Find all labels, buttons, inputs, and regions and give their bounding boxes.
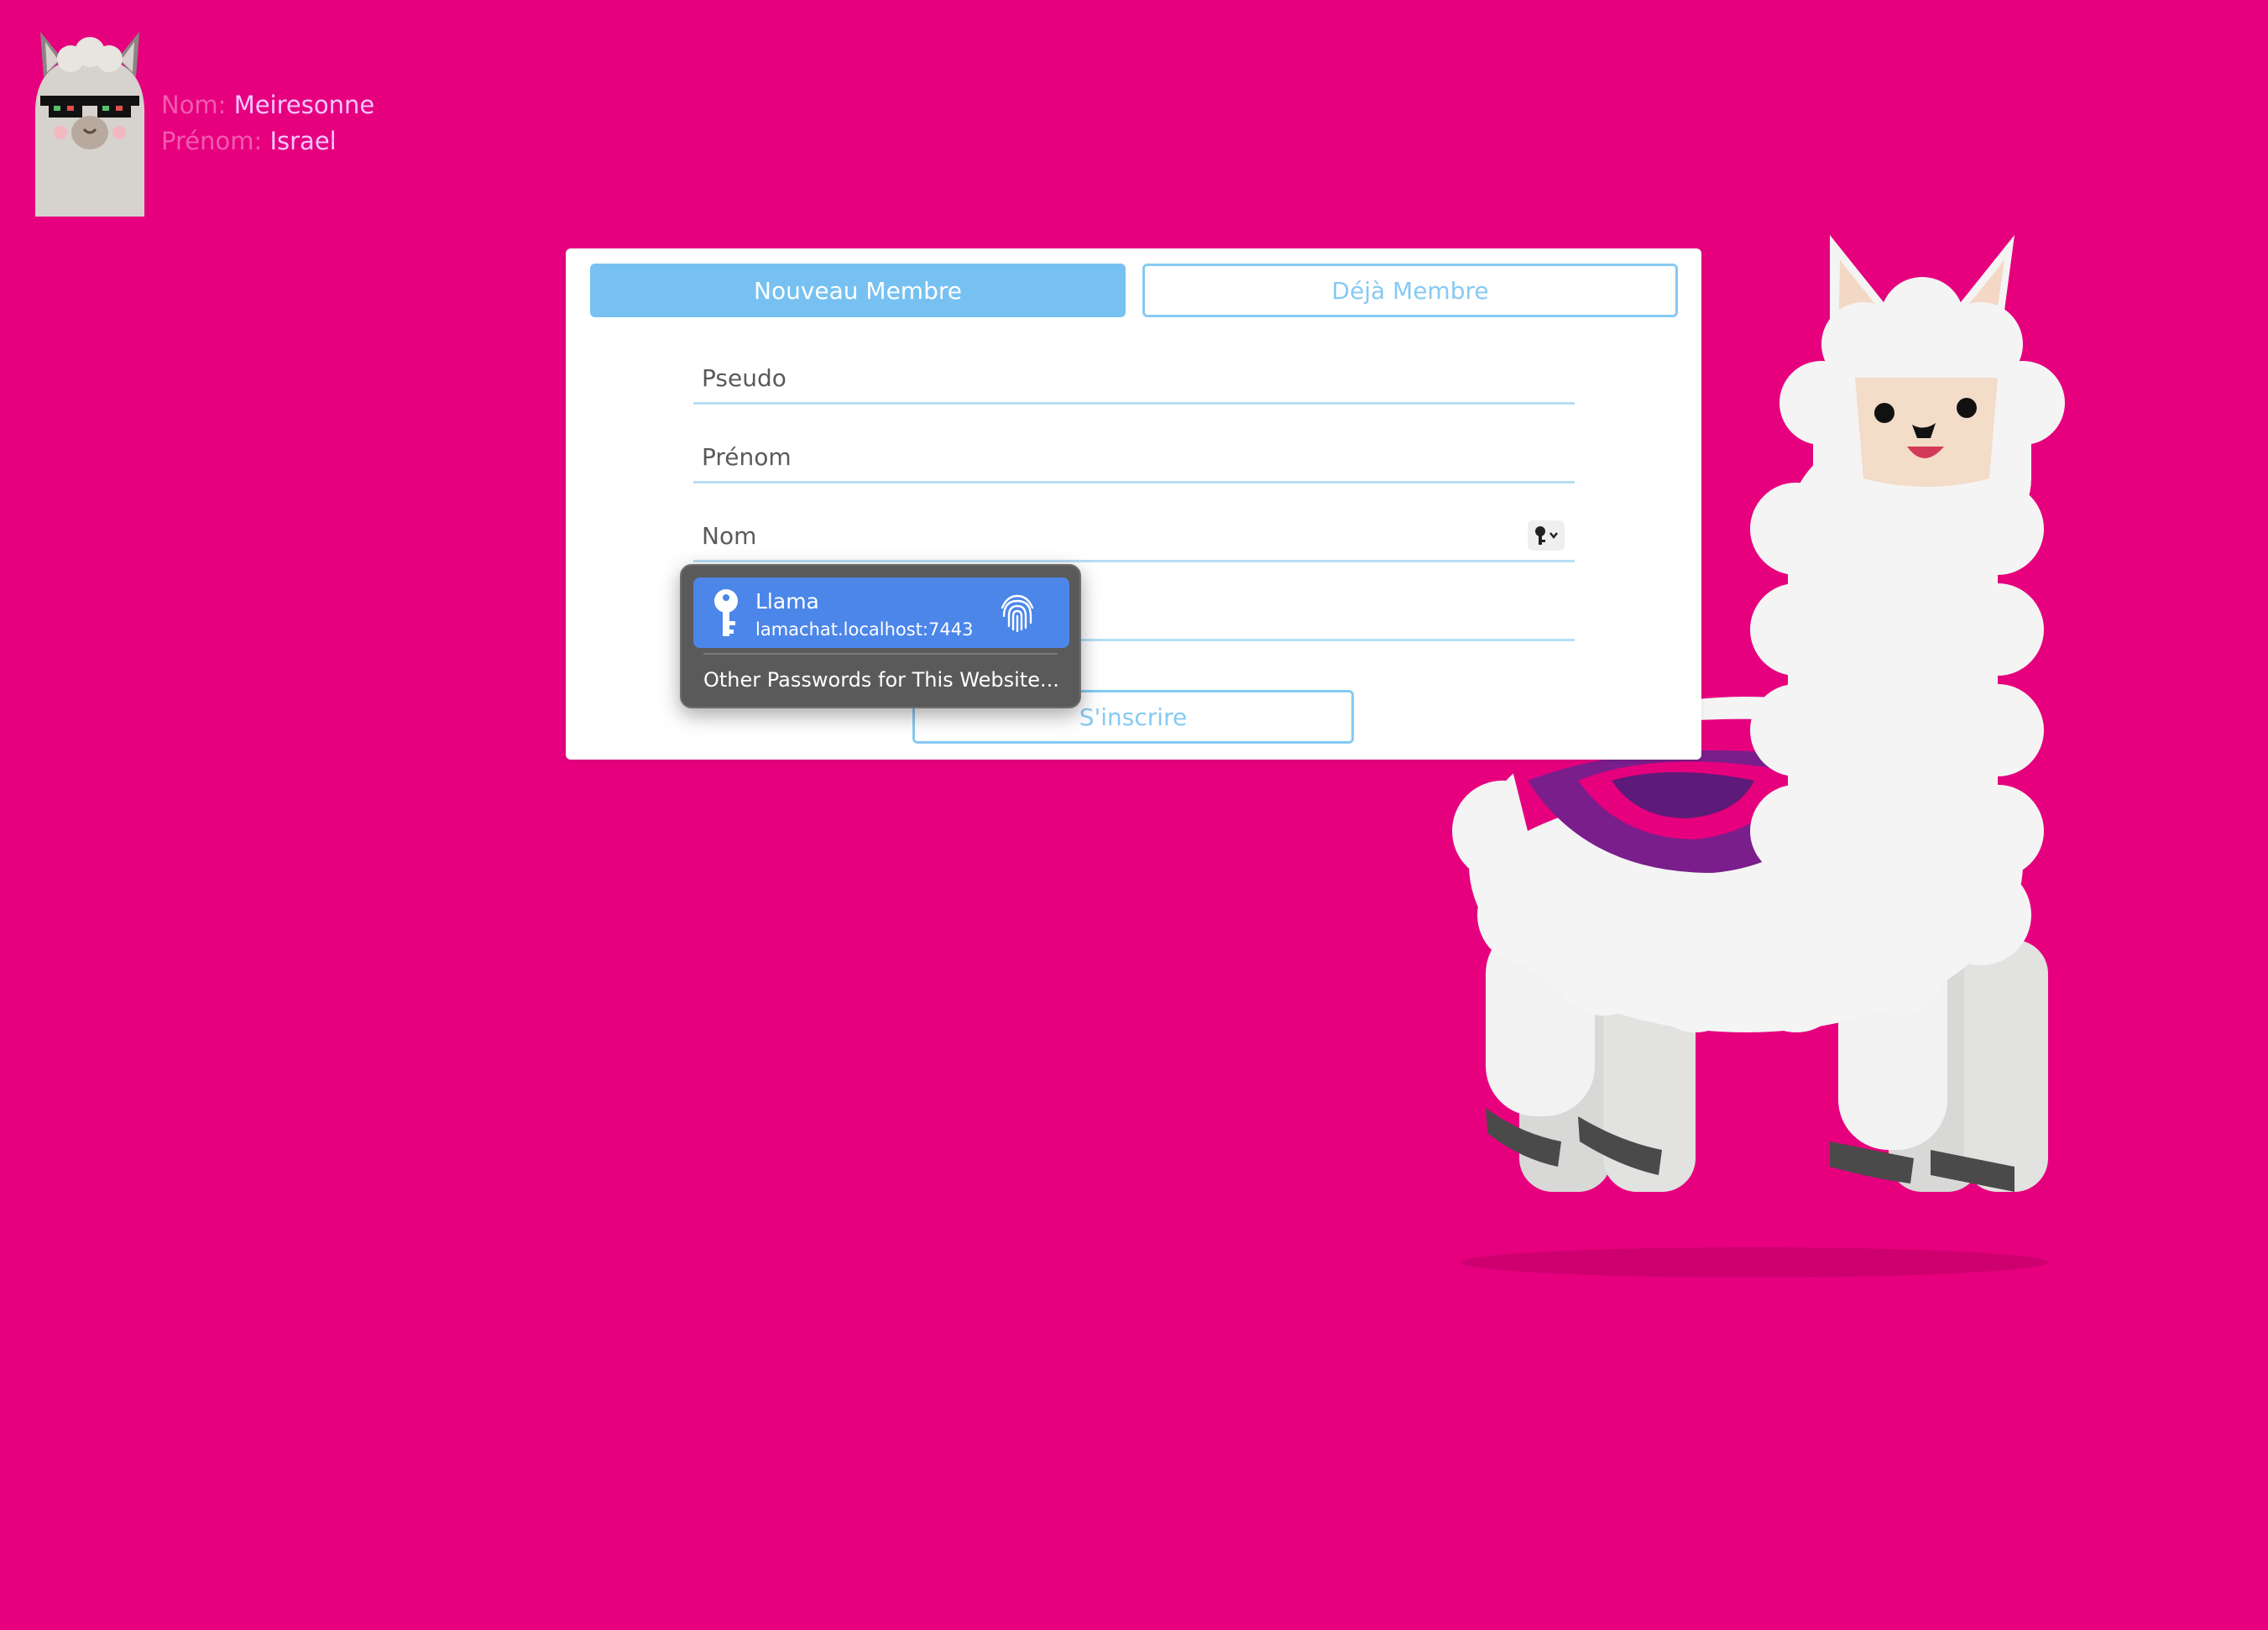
key-icon [714,589,738,636]
user-prenom-label: Prénom: [161,127,263,155]
user-avatar [35,32,144,217]
tab-existing-member[interactable]: Déjà Membre [1142,264,1678,317]
key-icon [1535,526,1558,545]
user-prenom-value: Israel [269,127,337,155]
user-nom-row: Nom: Meiresonne [161,87,374,123]
prenom-field-wrapper [693,433,1575,483]
autofill-item-subtitle: lamachat.localhost:7443 [755,619,974,640]
autofill-credential-item[interactable]: Llama lamachat.localhost:7443 [693,577,1069,648]
nom-input[interactable] [693,512,1575,560]
password-autofill-popup: Llama lamachat.localhost:7443 Other Pass… [680,564,1081,708]
autofill-other-passwords[interactable]: Other Passwords for This Website... [703,668,1059,692]
pseudo-input[interactable] [693,354,1575,402]
nom-field-wrapper [693,512,1575,562]
page: Nom: Meiresonne Prénom: Israel Nouveau M… [0,0,2268,1630]
prenom-input[interactable] [693,433,1575,481]
user-prenom-row: Prénom: Israel [161,123,374,159]
autofill-item-title: Llama [755,589,819,614]
user-nom-label: Nom: [161,91,227,119]
user-info: Nom: Meiresonne Prénom: Israel [161,87,374,159]
user-nom-value: Meiresonne [233,91,375,119]
fingerprint-icon [1001,594,1034,633]
password-autofill-button[interactable] [1528,520,1565,551]
autofill-separator [703,653,1058,655]
tab-new-member[interactable]: Nouveau Membre [590,264,1126,317]
pseudo-field-wrapper [693,354,1575,405]
